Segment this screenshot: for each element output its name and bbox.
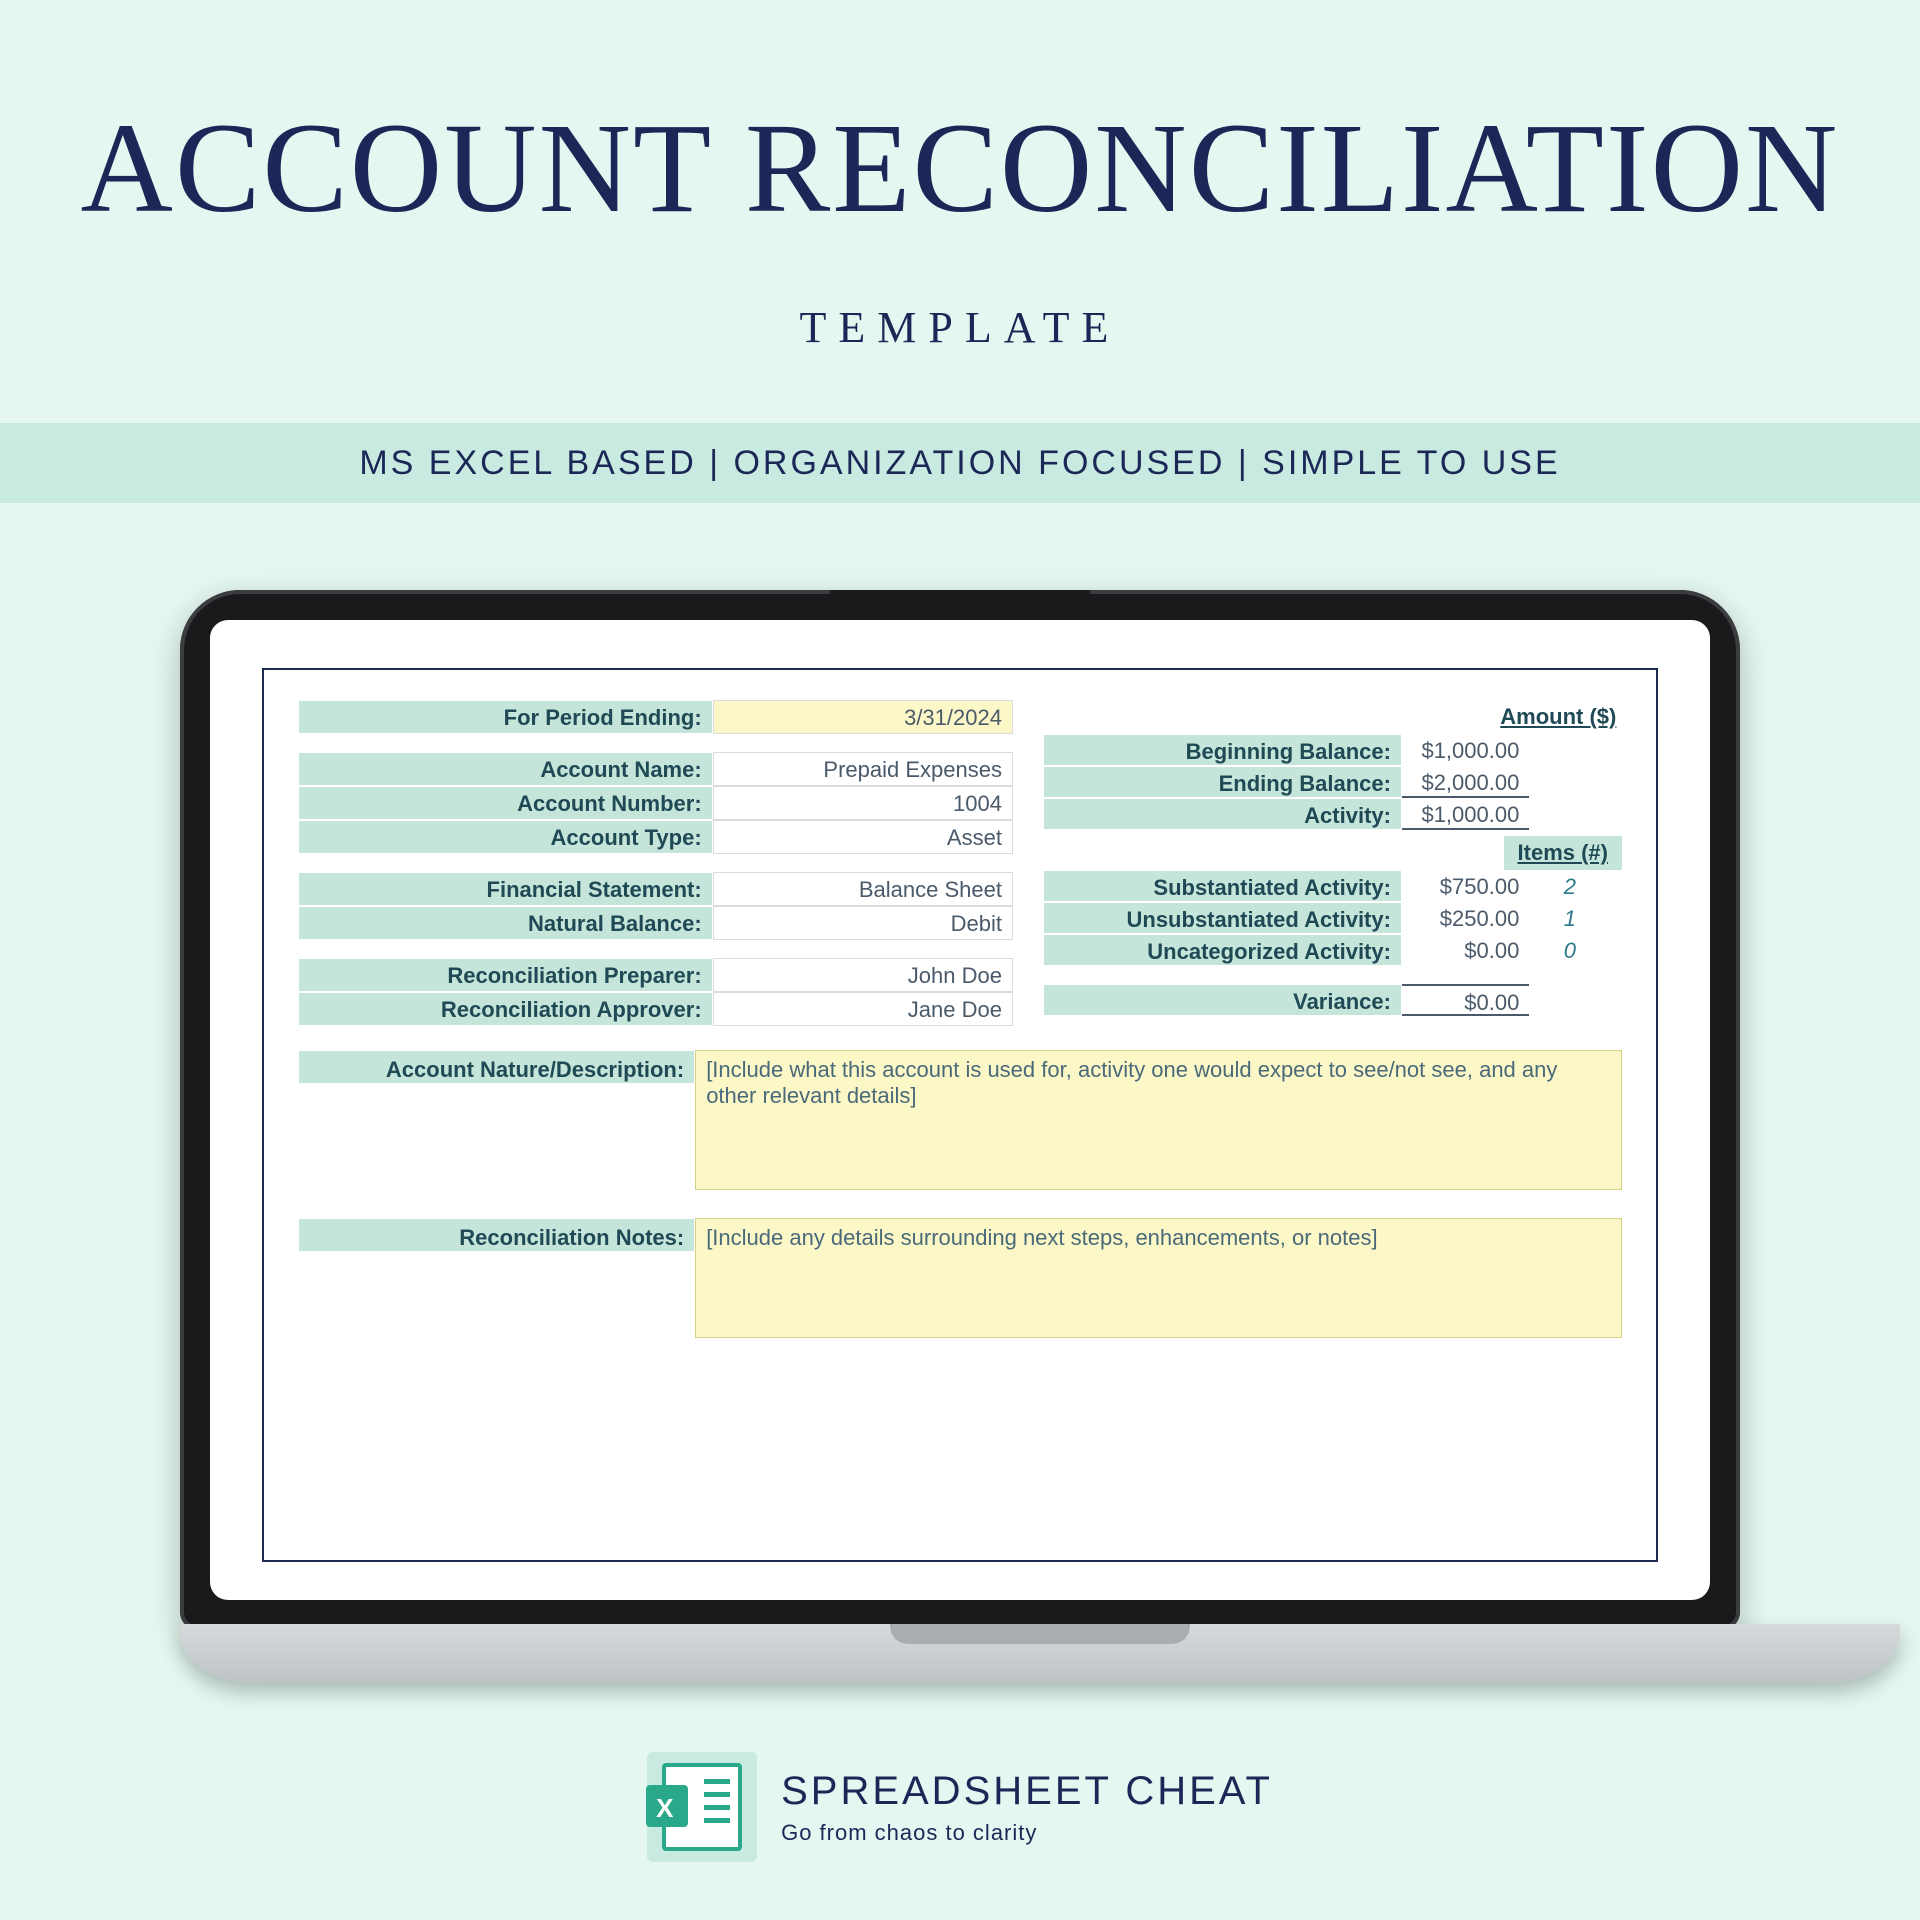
brand-name: SPREADSHEET CHEAT: [781, 1769, 1273, 1814]
value-period[interactable]: 3/31/2024: [713, 700, 1013, 734]
laptop-screen: For Period Ending: 3/31/2024 Account Nam…: [210, 620, 1710, 1600]
label-account-number: Account Number:: [298, 786, 713, 820]
footer: X SPREADSHEET CHEAT Go from chaos to cla…: [0, 1752, 1920, 1862]
right-column: Amount ($) Beginning Balance: $1,000.00 …: [1043, 700, 1622, 1026]
page-title: ACCOUNT RECONCILIATION: [0, 0, 1920, 242]
value-preparer[interactable]: John Doe: [713, 958, 1013, 992]
laptop-bezel: For Period Ending: 3/31/2024 Account Nam…: [180, 590, 1740, 1630]
header-items: Items (#): [1504, 836, 1622, 870]
value-account-description[interactable]: [Include what this account is used for, …: [695, 1050, 1622, 1190]
laptop-notch: [830, 590, 1090, 620]
spreadsheet-panel: For Period Ending: 3/31/2024 Account Nam…: [262, 668, 1658, 1562]
header-amount: Amount ($): [1495, 700, 1622, 734]
value-beginning-balance: $1,000.00: [1402, 734, 1529, 766]
label-preparer: Reconciliation Preparer:: [298, 958, 713, 992]
label-uncategorized: Uncategorized Activity:: [1043, 934, 1402, 966]
label-account-description: Account Nature/Description:: [298, 1050, 695, 1084]
value-natural-balance[interactable]: Debit: [713, 906, 1013, 940]
label-substantiated: Substantiated Activity:: [1043, 870, 1402, 902]
page-subtitle: TEMPLATE: [0, 302, 1920, 353]
label-activity: Activity:: [1043, 798, 1402, 830]
label-natural-balance: Natural Balance:: [298, 906, 713, 940]
value-account-number[interactable]: 1004: [713, 786, 1013, 820]
value-substantiated: $750.00: [1402, 870, 1529, 902]
label-period: For Period Ending:: [298, 700, 713, 734]
count-substantiated: 2: [1529, 870, 1610, 902]
value-variance: $0.00: [1402, 984, 1529, 1016]
label-account-type: Account Type:: [298, 820, 713, 854]
label-reconciliation-notes: Reconciliation Notes:: [298, 1218, 695, 1252]
value-account-name[interactable]: Prepaid Expenses: [713, 752, 1013, 786]
brand-tagline: Go from chaos to clarity: [781, 1820, 1273, 1846]
reconciliation-notes-block: Reconciliation Notes: [Include any detai…: [298, 1218, 1622, 1338]
label-approver: Reconciliation Approver:: [298, 992, 713, 1026]
label-variance: Variance:: [1043, 984, 1402, 1016]
label-financial-statement: Financial Statement:: [298, 872, 713, 906]
value-uncategorized: $0.00: [1402, 934, 1529, 966]
value-activity: $1,000.00: [1402, 798, 1529, 830]
label-beginning-balance: Beginning Balance:: [1043, 734, 1402, 766]
account-description-block: Account Nature/Description: [Include wha…: [298, 1050, 1622, 1190]
laptop-mockup: For Period Ending: 3/31/2024 Account Nam…: [180, 590, 1740, 1682]
label-ending-balance: Ending Balance:: [1043, 766, 1402, 798]
value-ending-balance: $2,000.00: [1402, 766, 1529, 798]
value-unsubstantiated: $250.00: [1402, 902, 1529, 934]
label-unsubstantiated: Unsubstantiated Activity:: [1043, 902, 1402, 934]
value-approver[interactable]: Jane Doe: [713, 992, 1013, 1026]
count-uncategorized: 0: [1529, 934, 1610, 966]
value-financial-statement[interactable]: Balance Sheet: [713, 872, 1013, 906]
laptop-base: [180, 1624, 1900, 1682]
count-unsubstantiated: 1: [1529, 902, 1610, 934]
value-reconciliation-notes[interactable]: [Include any details surrounding next st…: [695, 1218, 1622, 1338]
label-account-name: Account Name:: [298, 752, 713, 786]
feature-band: MS EXCEL BASED | ORGANIZATION FOCUSED | …: [0, 423, 1920, 503]
excel-logo-icon: X: [647, 1752, 757, 1862]
value-account-type[interactable]: Asset: [713, 820, 1013, 854]
left-column: For Period Ending: 3/31/2024 Account Nam…: [298, 700, 1013, 1026]
